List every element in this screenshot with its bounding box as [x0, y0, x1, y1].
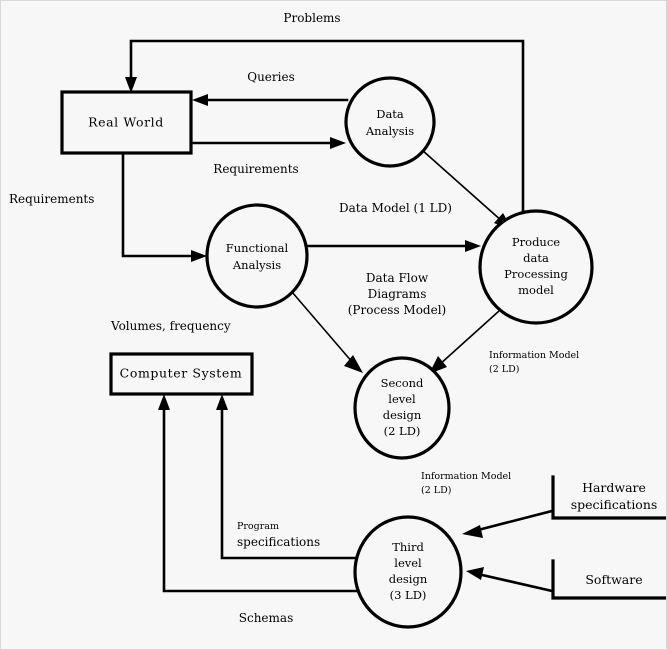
edge-label-problems: Problems: [283, 11, 340, 25]
flow-diagram: Problems Queries Requirements Requiremen…: [9, 11, 666, 629]
edge-fa-second-arrowhead: [344, 355, 363, 373]
edge-label-requirements-top: Requirements: [213, 162, 298, 176]
edge-requirements-to-data-analysis: Requirements: [189, 137, 346, 176]
node-functional-analysis-label-line2: Analysis: [232, 258, 281, 272]
edge-label-volumes-frequency: Volumes, frequency: [110, 319, 231, 333]
external-entity-hardware-specifications[interactable]: Hardware specifications: [551, 475, 666, 520]
hardware-label-line1: Hardware: [582, 480, 646, 495]
node-second-level-label-line1: Second: [381, 376, 424, 390]
edge-software: [466, 567, 554, 593]
diagram-canvas: Problems Queries Requirements Requiremen…: [0, 0, 667, 650]
node-second-level-design[interactable]: Second level design (2 LD): [353, 356, 451, 460]
node-produce-data-label-line2: data: [523, 251, 549, 265]
node-second-level-label-line3: design: [383, 408, 422, 422]
edge-label-data-flow-1: Data Flow: [366, 271, 429, 285]
edge-software-arrowhead: [466, 567, 484, 580]
edge-label-data-flow-2: Diagrams: [368, 287, 427, 301]
edge-label-information-model-lower-2: (2 LD): [421, 485, 451, 496]
node-real-world-label: Real World: [88, 115, 164, 130]
edge-label-data-model: Data Model (1 LD): [339, 201, 452, 215]
edge-queries: Queries: [192, 70, 349, 106]
node-real-world[interactable]: Real World: [60, 90, 193, 155]
edge-data-flow-arrowhead: [465, 240, 481, 252]
edge-label-queries: Queries: [247, 70, 295, 84]
node-computer-system-label: Computer System: [120, 366, 243, 381]
node-third-level-label-line3: design: [389, 572, 428, 586]
external-entity-software[interactable]: Software: [551, 559, 666, 600]
edge-label-schemas: Schemas: [239, 611, 293, 625]
node-produce-data-label-line4: model: [518, 283, 554, 297]
edge-data-flow-diagrams: Data Flow Diagrams (Process Model): [305, 240, 481, 317]
node-third-level-design[interactable]: Third level design (3 LD): [353, 515, 463, 629]
edge-hardware-specifications: [462, 509, 554, 538]
hardware-label-line2: specifications: [571, 497, 658, 512]
node-produce-data-label-line1: Produce: [512, 235, 560, 249]
node-data-analysis-label-line2: Analysis: [365, 124, 414, 138]
edge-program-specifications: Program specifications: [216, 394, 358, 560]
node-data-analysis[interactable]: Data Analysis: [344, 76, 436, 168]
node-produce-data-label-line3: Processing: [504, 267, 568, 281]
label-information-model-lower: Information Model (2 LD): [421, 471, 511, 496]
edge-requirements-to-functional-analysis: Requirements: [9, 151, 207, 262]
node-third-level-label-line1: Third: [392, 540, 424, 554]
edge-program-specifications-arrowhead: [216, 394, 228, 410]
edge-schemas-line: [162, 404, 360, 593]
node-functional-analysis-shape[interactable]: [205, 203, 309, 309]
node-third-level-label-line2: level: [394, 556, 422, 570]
edge-hardware-arrowhead: [462, 525, 483, 538]
edge-requirements-top-arrowhead: [330, 137, 346, 149]
edge-data-model: Data Model (1 LD): [339, 149, 513, 231]
edge-label-requirements-left: Requirements: [9, 192, 94, 206]
edge-label-information-model-right-2: (2 LD): [489, 364, 519, 375]
node-second-level-label-line4: (2 LD): [384, 424, 421, 438]
node-functional-analysis-label-line1: Functional: [226, 241, 289, 255]
edge-label-information-model-lower-1: Information Model: [421, 471, 511, 482]
edge-label-program-specifications-2: specifications: [237, 535, 320, 549]
edge-hardware-line: [472, 509, 554, 533]
edge-label-program-specifications-1: Program: [237, 521, 279, 532]
node-second-level-label-line2: level: [388, 392, 416, 406]
edge-requirements-left-line: [121, 151, 197, 258]
edge-fa-second-line: [291, 291, 354, 364]
edge-label-information-model-right-1: Information Model: [489, 350, 579, 361]
node-data-analysis-shape[interactable]: [344, 76, 436, 168]
node-produce-data-processing-model[interactable]: Produce data Processing model: [478, 209, 594, 325]
node-functional-analysis[interactable]: Functional Analysis: [205, 203, 309, 309]
edge-queries-arrowhead: [192, 94, 208, 106]
edge-schemas: Schemas: [158, 394, 360, 625]
edge-software-line: [476, 572, 554, 593]
edge-requirements-left-arrowhead: [191, 250, 207, 262]
edge-schemas-arrowhead: [158, 394, 170, 410]
node-third-level-label-line4: (3 LD): [390, 588, 427, 602]
node-data-analysis-label-line1: Data: [376, 107, 404, 121]
edge-label-data-flow-3: (Process Model): [348, 303, 446, 317]
node-computer-system[interactable]: Computer System: [109, 352, 254, 396]
software-label-line1: Software: [585, 572, 642, 587]
